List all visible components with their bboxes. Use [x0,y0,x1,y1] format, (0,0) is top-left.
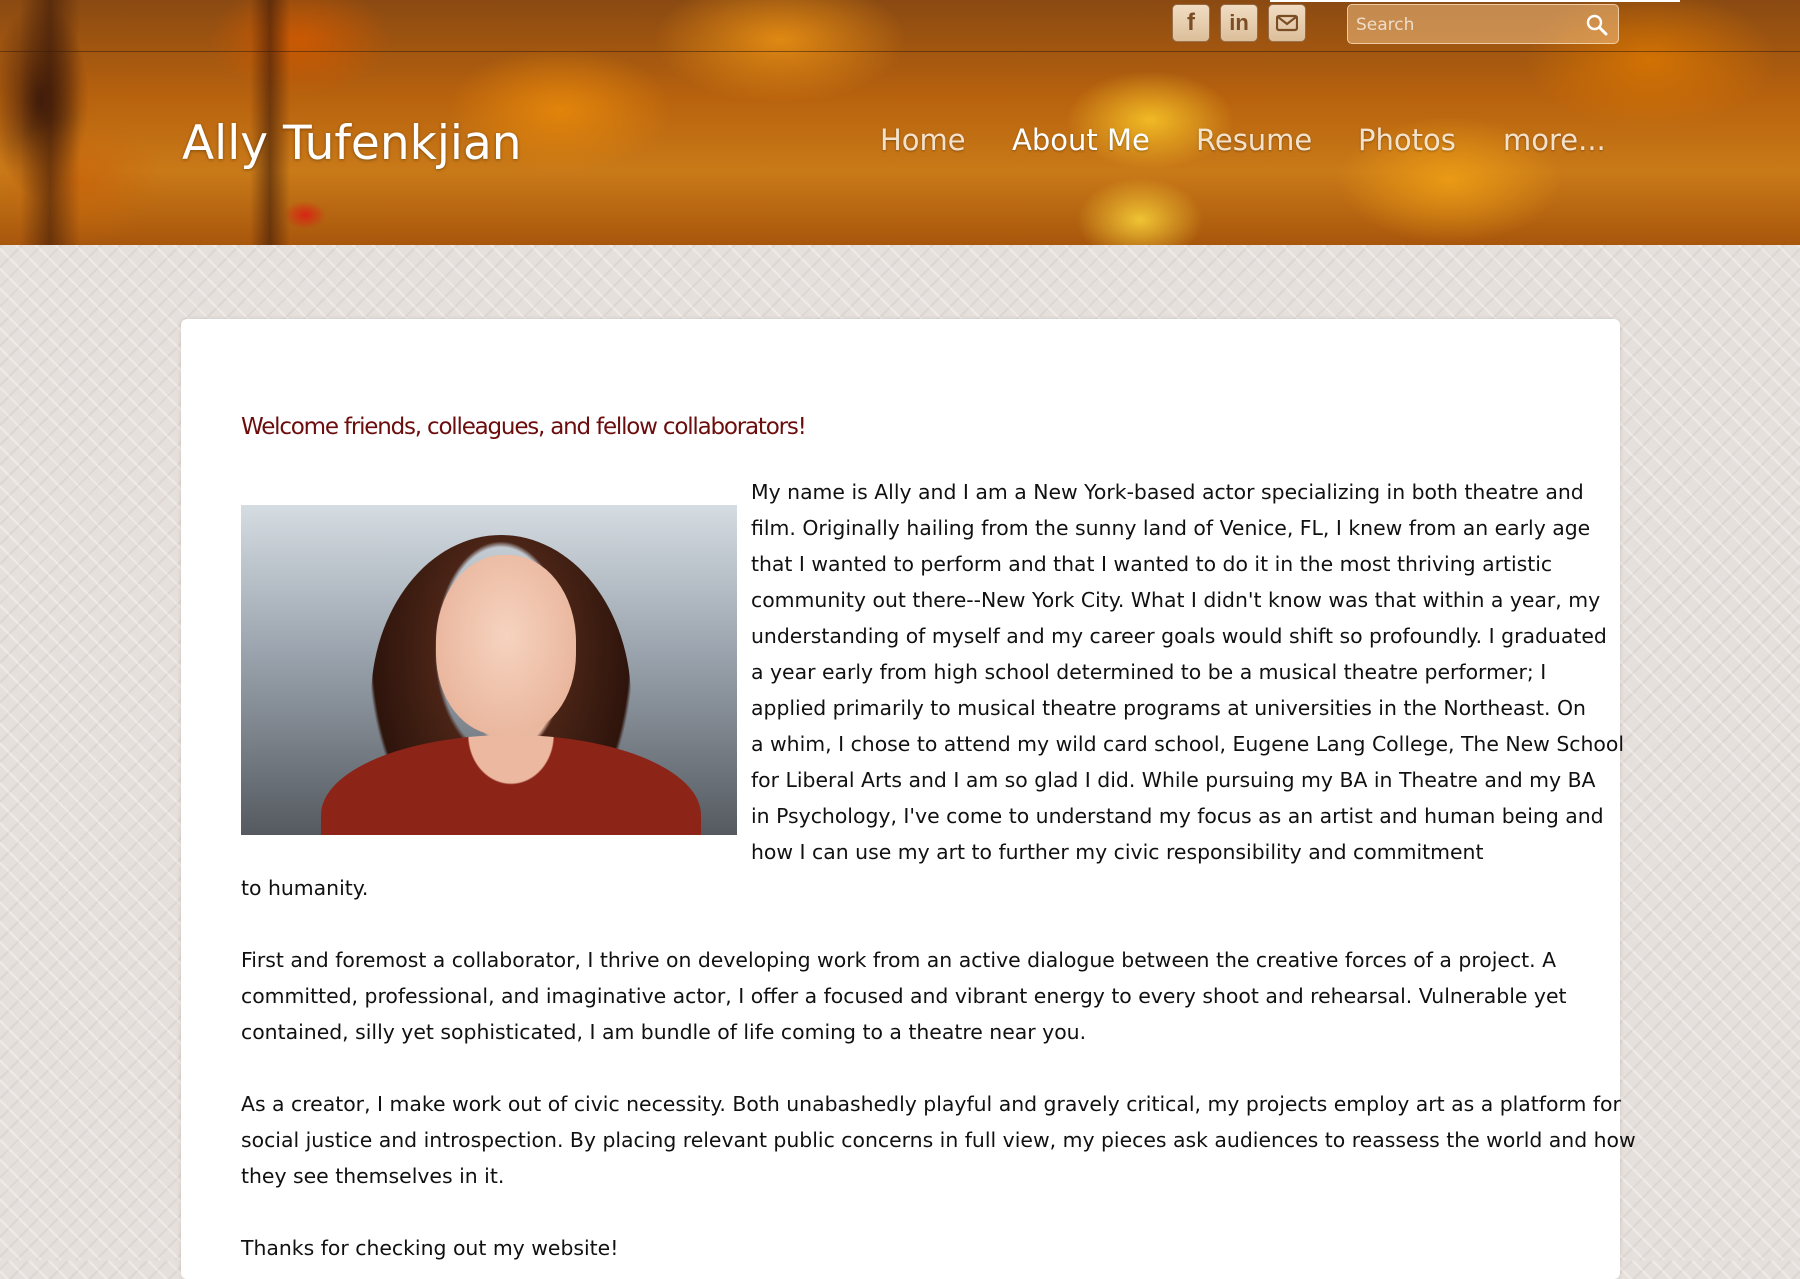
linkedin-icon: in [1229,10,1249,35]
search-input[interactable] [1354,10,1578,40]
nav-home[interactable]: Home [880,123,966,157]
text-line: committed, professional, and imaginative… [241,984,1567,1008]
text-line: they see themselves in it. [241,1164,505,1188]
header-banner: f in Ally Tufenkjian Home About Me Resum… [0,0,1800,245]
facebook-button[interactable]: f [1172,4,1210,42]
text-line: a whim, I chose to attend my wild card s… [751,732,1625,756]
text-line: that I wanted to perform and that I want… [751,552,1553,576]
closing-paragraph: Thanks for checking out my website! [241,1236,619,1260]
social-links: f in [1172,4,1306,42]
text-line: As a creator, I make work out of civic n… [241,1092,1621,1116]
nav-more[interactable]: more... [1503,123,1606,157]
site-title[interactable]: Ally Tufenkjian [182,116,522,171]
intro-paragraph: My name is Ally and I am a New York-base… [751,474,1624,870]
email-icon [1276,14,1298,32]
text-line: for Liberal Arts and I am so glad I did.… [751,768,1596,792]
linkedin-button[interactable]: in [1220,4,1258,42]
facebook-icon: f [1187,9,1195,36]
content-card: Welcome friends, colleagues, and fellow … [181,319,1636,1279]
text-line: film. Originally hailing from the sunny … [751,516,1591,540]
nav-photos[interactable]: Photos [1358,123,1456,157]
top-divider-highlight [1270,0,1680,2]
text-line: how I can use my art to further my civic… [751,840,1484,864]
welcome-heading: Welcome friends, colleagues, and fellow … [241,414,807,440]
text-line: applied primarily to musical theatre pro… [751,696,1586,720]
email-button[interactable] [1268,4,1306,42]
collaborator-paragraph: First and foremost a collaborator, I thr… [241,942,1567,1050]
nav-about-me[interactable]: About Me [1012,123,1150,157]
text-line: in Psychology, I've come to understand m… [751,804,1604,828]
search-icon[interactable] [1585,13,1609,37]
text-line: understanding of myself and my career go… [751,624,1607,648]
text-line: First and foremost a collaborator, I thr… [241,948,1557,972]
intro-paragraph-tail: to humanity. [241,876,369,900]
text-line: community out there--New York City. What… [751,588,1601,612]
profile-photo [241,505,737,835]
photo-face [436,555,576,735]
top-divider [0,51,1800,52]
text-line: a year early from high school determined… [751,660,1547,684]
search-box [1347,4,1619,44]
text-line: contained, silly yet sophisticated, I am… [241,1020,1087,1044]
text-line: My name is Ally and I am a New York-base… [751,480,1584,504]
text-line: social justice and introspection. By pla… [241,1128,1636,1152]
creator-paragraph: As a creator, I make work out of civic n… [241,1086,1636,1194]
nav-resume[interactable]: Resume [1196,123,1312,157]
banner-tree-trunk [20,0,80,245]
